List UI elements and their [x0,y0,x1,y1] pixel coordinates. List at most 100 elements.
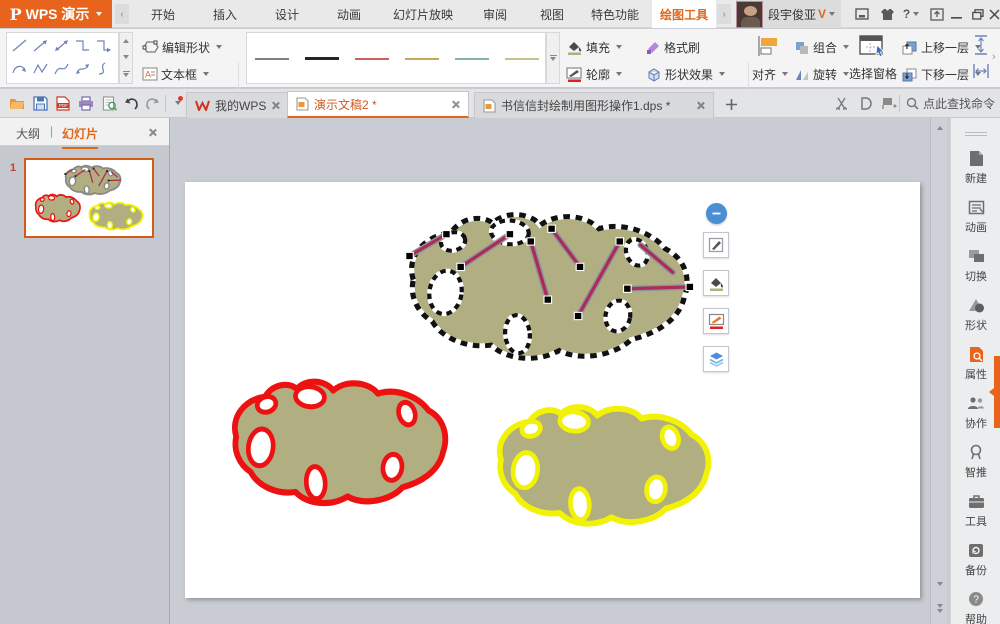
sidebar-item-tools[interactable]: 工具 [951,491,1000,529]
red-outline-shape[interactable] [213,366,459,518]
scroll-down-icon[interactable] [123,55,129,59]
double-arrow-shape-icon[interactable] [51,34,72,57]
tab-presentation2[interactable]: 演示文稿2 * [287,91,469,118]
line-style-swatch[interactable] [305,57,339,60]
rotate-button[interactable]: 旋转 [794,63,849,85]
send-backward-button[interactable]: 下移一层 [902,63,981,85]
menu-tab-insert[interactable]: 插入 [194,0,256,28]
selection-pane-button[interactable]: 选择窗格 [847,65,899,82]
minimize-button[interactable] [945,0,967,28]
selected-freeform-shape[interactable] [383,196,705,376]
save-button[interactable] [31,94,49,112]
close-tab-icon[interactable] [451,100,460,109]
menu-tab-special[interactable]: 特色功能 [580,0,650,28]
print-button[interactable] [77,94,95,112]
sidebar-item-animation[interactable]: 动画 [951,197,1000,235]
export-pdf-button[interactable]: PDF [54,94,72,112]
outline-button[interactable]: 轮廓 [566,63,622,85]
sidebar-item-help[interactable]: ? 帮助 [951,589,1000,624]
change-skin-button[interactable] [877,5,897,23]
menu-tab-view[interactable]: 视图 [524,0,580,28]
zigzag-connector-icon[interactable] [30,57,51,80]
scroll-up-button[interactable] [931,120,948,136]
slide-thumbnail[interactable] [24,158,154,238]
app-logo[interactable]: P WPS 演示 [0,0,112,28]
menu-tab-design[interactable]: 设计 [256,0,318,28]
fill-button[interactable]: 填充 [566,36,622,58]
distribute-width-button[interactable] [972,60,992,82]
curve-shape-icon[interactable] [51,57,72,80]
freeform-s-shape-icon[interactable] [93,57,114,80]
group-button[interactable]: 组合 [794,36,849,58]
undo-button[interactable] [122,94,140,112]
quick-style-button[interactable] [703,232,729,258]
line-style-swatch[interactable] [355,58,389,60]
tab-slides[interactable]: 幻灯片 [62,125,98,149]
arrow-shape-icon[interactable] [30,34,51,57]
next-slide-button[interactable] [931,600,948,616]
quick-layer-button[interactable] [703,346,729,372]
gallery-more-icon[interactable] [123,71,130,77]
line-style-swatch[interactable] [255,58,289,60]
tab-outline[interactable]: 大纲 [16,125,40,142]
restore-button[interactable] [967,0,989,28]
menu-tab-animation[interactable]: 动画 [318,0,380,28]
close-button[interactable] [988,0,1000,28]
connector-shape-gallery[interactable] [6,32,119,84]
elbow-connector-icon[interactable] [72,34,93,57]
line-style-gallery-more[interactable] [546,32,560,84]
task-panel-handle[interactable] [994,356,1000,428]
close-tab-icon[interactable] [696,101,705,110]
sidebar-item-new[interactable]: 新建 [951,148,1000,186]
scroll-down-button[interactable] [931,576,948,592]
line-style-swatch[interactable] [505,58,539,60]
tab-letter-envelope-dps[interactable]: 书信信封绘制用图形操作1.dps * [474,92,714,118]
editing-canvas[interactable] [171,118,950,624]
hide-ribbon-button[interactable] [927,5,947,23]
menu-tab-drawing-tools[interactable]: 绘图工具 [652,0,716,28]
menu-tab-review[interactable]: 审阅 [466,0,524,28]
gallery-more-icon[interactable] [550,55,557,61]
line-style-swatch[interactable] [405,58,439,60]
align-button[interactable]: 对齐 [752,63,788,85]
help-menu-button[interactable]: ? [901,5,921,23]
elbow-arrow-connector-icon[interactable] [93,34,114,57]
user-account[interactable]: 段宇俊亚 V [736,0,841,28]
sidebar-item-backup[interactable]: 备份 [951,540,1000,578]
open-button[interactable] [8,94,26,112]
sidebar-item-smart-recommend[interactable]: 智推 [951,442,1000,480]
shape-effects-button[interactable]: 形状效果 [646,63,725,85]
shape-gallery-scroll[interactable] [119,32,133,84]
text-box-button[interactable]: A 文本框 [142,63,209,85]
format-painter-button[interactable]: 格式刷 [646,36,700,58]
curved-double-arrow-icon[interactable] [72,57,93,80]
ribbon-expand-button[interactable]: › [992,51,996,63]
message-center-button[interactable] [852,5,872,23]
qat-customize-button[interactable] [169,94,183,112]
line-shape-icon[interactable] [9,34,30,57]
sidebar-item-collaborate[interactable]: 协作 [951,393,1000,431]
quick-fill-button[interactable] [703,270,729,296]
sidebar-gripper[interactable] [965,132,987,136]
bring-forward-button[interactable]: 上移一层 [902,36,981,58]
curved-arrow-connector-icon[interactable] [9,57,30,80]
line-style-swatch[interactable] [455,58,489,60]
vertical-scrollbar[interactable] [930,118,947,624]
sidebar-item-transition[interactable]: 切换 [951,246,1000,284]
find-command-search[interactable]: 点此查找命令 [906,95,995,112]
collapse-toolbar-button[interactable] [706,203,727,224]
menu-tab-home[interactable]: 开始 [132,0,194,28]
distribute-height-button[interactable] [972,34,992,56]
print-preview-button[interactable] [100,94,118,112]
docer-button[interactable] [856,94,874,112]
sidebar-item-properties[interactable]: 属性 [951,344,1000,382]
menu-back-button[interactable]: ‹ [115,4,129,24]
new-tab-button[interactable] [722,95,740,113]
menu-forward-button[interactable]: › [717,4,731,24]
line-style-gallery[interactable] [246,32,546,84]
cut-tool-button[interactable] [832,94,850,112]
yellow-outline-shape[interactable] [478,392,722,538]
scroll-up-icon[interactable] [123,39,129,43]
tab-my-wps[interactable]: 我的WPS [186,92,289,118]
sidebar-item-shapes[interactable]: 形状 [951,295,1000,333]
